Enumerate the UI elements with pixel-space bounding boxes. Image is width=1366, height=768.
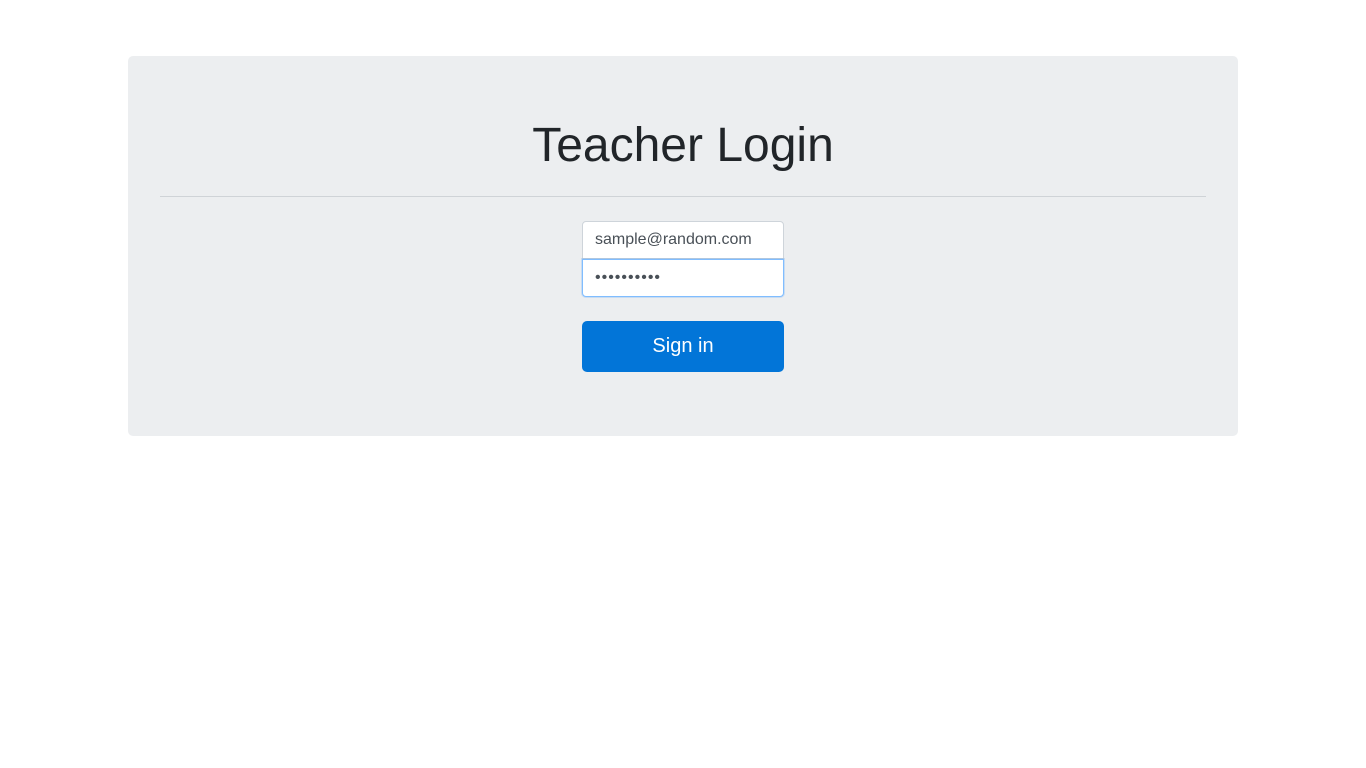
login-panel: Teacher Login Sign in xyxy=(128,56,1238,436)
page-title: Teacher Login xyxy=(532,119,834,172)
email-field[interactable] xyxy=(582,221,784,259)
password-field[interactable] xyxy=(582,259,784,297)
sign-in-button[interactable]: Sign in xyxy=(582,321,784,372)
title-divider xyxy=(160,196,1206,197)
